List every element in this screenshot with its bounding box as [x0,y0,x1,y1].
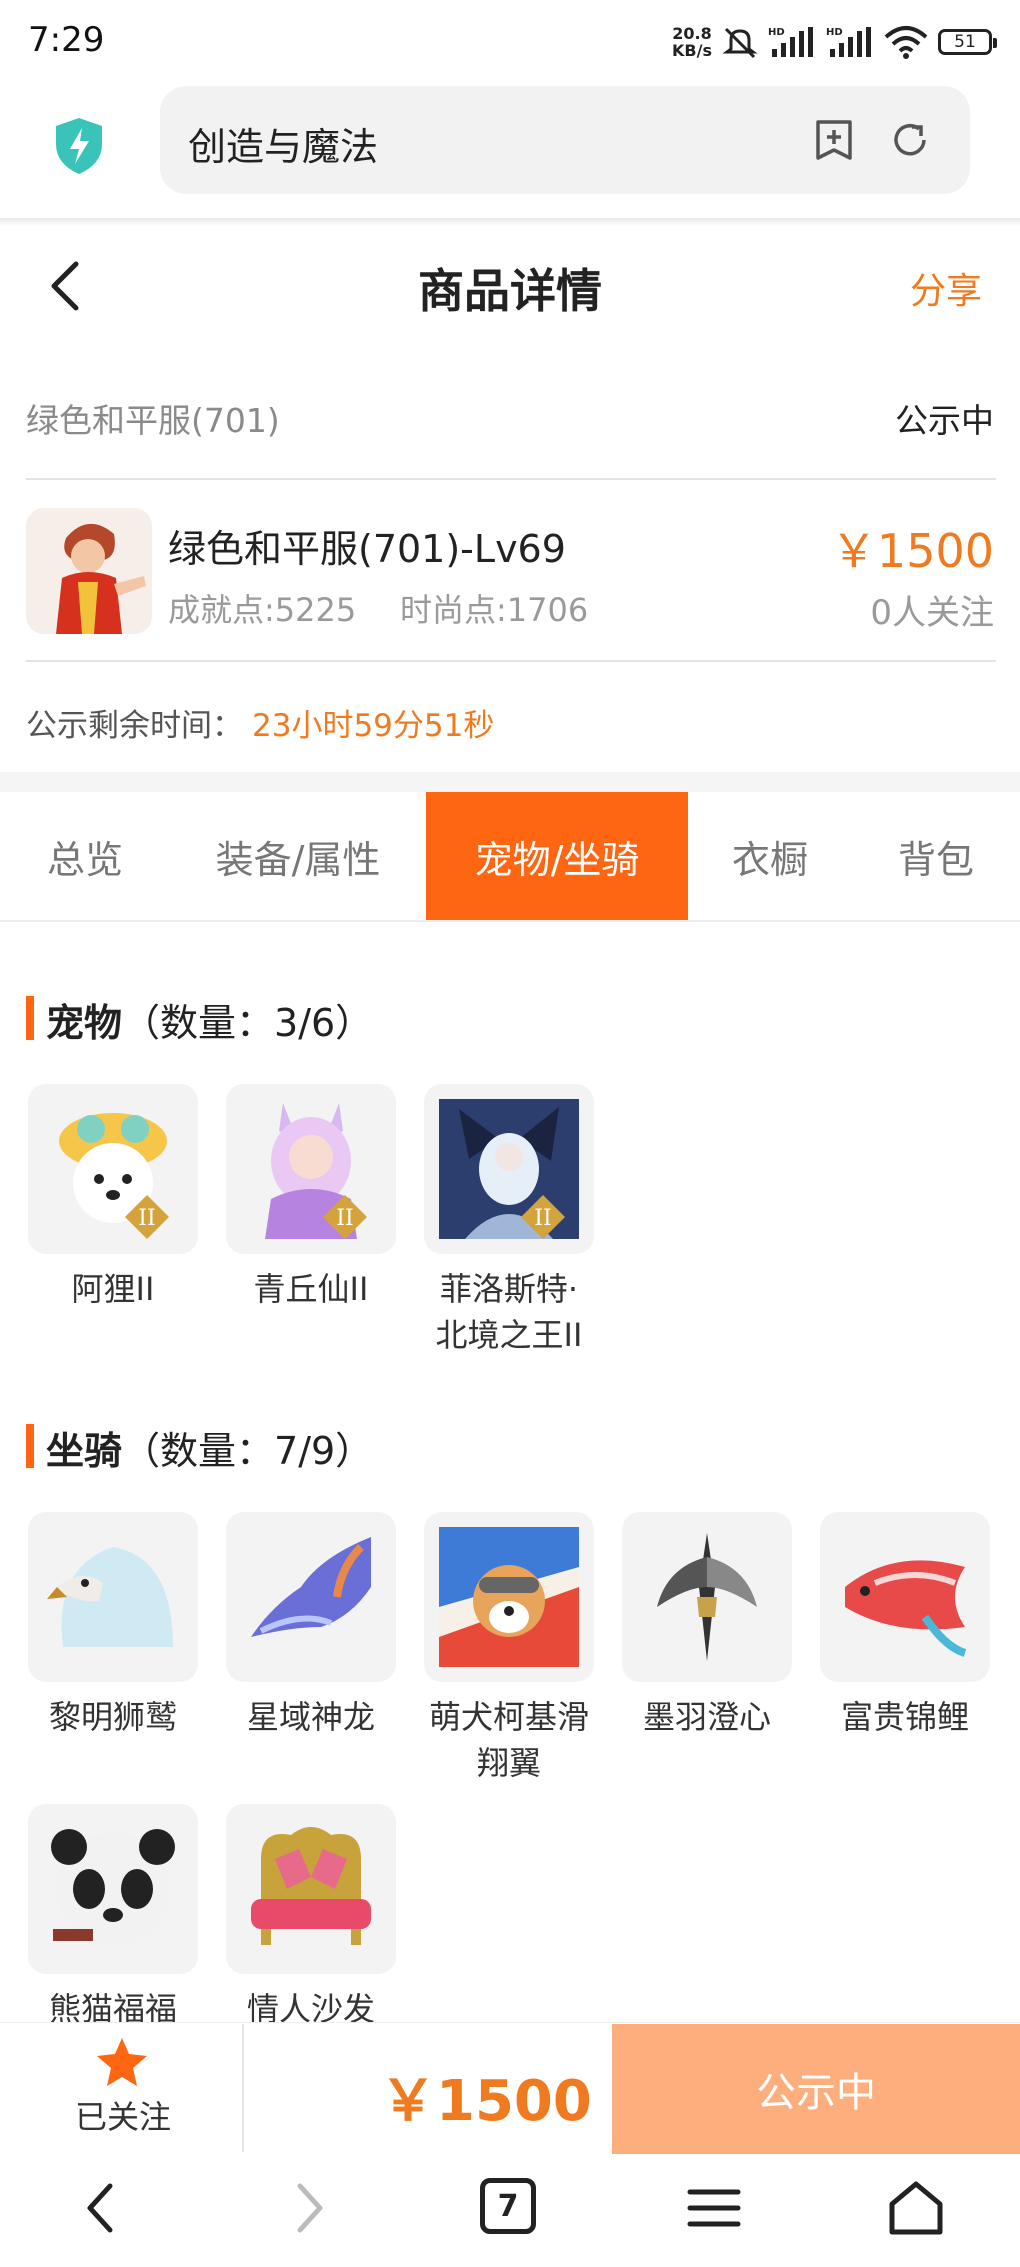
pet-item[interactable]: II 青丘仙II [226,1084,396,1312]
pet-item[interactable]: II 阿狸II [28,1084,198,1312]
follower-count: 0人关注 [870,593,994,633]
address-text[interactable]: 创造与魔法 [188,116,378,171]
tab-equipment[interactable]: 装备/属性 [170,792,426,920]
nav-forward-icon[interactable] [278,2178,338,2238]
achievement-points: 成就点:5225 [168,591,357,629]
mount-item[interactable]: 富贵锦鲤 [820,1512,990,1740]
topbar-shadow [0,218,1020,226]
status-indicators: 20.8 KB/s HD HD 51 [672,22,997,62]
dragon-mount-icon [251,1537,371,1637]
divider [26,660,996,662]
menu-icon[interactable] [684,2178,744,2238]
status-time: 7:29 [28,20,105,60]
pet-item[interactable]: II 菲洛斯特·北境之王II [424,1084,594,1358]
svg-text:II: II [534,1206,551,1231]
page-title: 商品详情 [418,264,602,318]
section-gap [0,772,1020,792]
fairy-pet-icon: II [265,1103,367,1239]
tab-wardrobe[interactable]: 衣橱 [688,792,852,920]
status-button[interactable]: 公示中 [612,2024,1020,2154]
sofa-mount-icon [251,1827,371,1945]
status-badge: 公示中 [895,401,994,440]
product-short-name: 绿色和平服(701) [26,401,280,440]
mute-bell-icon [722,27,758,59]
svg-text:II: II [138,1206,155,1231]
star-icon[interactable] [94,2036,150,2088]
battery-indicator: 51 [938,29,997,55]
home-icon[interactable] [886,2178,946,2238]
product-price: ￥1500 [830,524,994,578]
mount-item[interactable]: 星域神龙 [226,1512,396,1740]
pets-section-title: 宠物（数量：3/6） [46,1001,374,1045]
character-avatar [26,508,152,634]
character-name: 绿色和平服(701)-Lv69 [168,527,566,571]
signal-2-icon: HD [826,27,871,57]
refresh-icon[interactable] [888,118,932,162]
tab-overview[interactable]: 总览 [0,792,170,920]
feather-mount-icon [657,1533,757,1661]
svg-text:II: II [336,1206,353,1231]
tab-pets-mounts[interactable]: 宠物/坐骑 [426,792,688,920]
mount-item[interactable]: 萌犬柯基滑翔翼 [424,1512,594,1786]
svg-text:HD: HD [826,27,843,38]
countdown-value: 23小时59分51秒 [252,708,495,744]
wifi-icon [884,26,928,59]
mounts-section-title: 坐骑（数量：7/9） [46,1429,374,1473]
follow-button[interactable]: 已关注 [58,2092,188,2138]
signal-1-icon: HD [768,27,813,57]
section-marker [26,996,34,1040]
mount-item[interactable]: 情人沙发 [226,1804,396,2032]
tab-backpack[interactable]: 背包 [852,792,1020,920]
security-shield-icon[interactable] [52,116,106,176]
mount-item[interactable]: 黎明狮鹫 [28,1512,198,1740]
bottom-price: ￥1500 [380,2069,592,2134]
divider [26,478,996,480]
griffin-mount-icon [47,1547,173,1647]
nav-back-icon[interactable] [72,2178,132,2238]
mount-item[interactable]: 熊猫福福 [28,1804,198,2032]
mount-item[interactable]: 墨羽澄心 [622,1512,792,1740]
section-marker [26,1424,34,1468]
svg-text:HD: HD [768,27,785,38]
fox-pet-icon: II [59,1113,169,1239]
share-button[interactable]: 分享 [910,262,982,314]
tabs-count-icon[interactable]: 7 [480,2178,536,2234]
panda-mount-icon [51,1829,175,1945]
koi-mount-icon [845,1560,967,1657]
north-king-pet-icon: II [439,1099,579,1239]
fashion-points: 时尚点:1706 [400,591,589,629]
countdown-label: 公示剩余时间： [26,708,243,744]
corgi-glider-mount-icon [439,1527,579,1667]
add-bookmark-icon[interactable] [812,118,856,162]
divider [242,2024,244,2152]
network-speed: 20.8 KB/s [672,24,712,60]
